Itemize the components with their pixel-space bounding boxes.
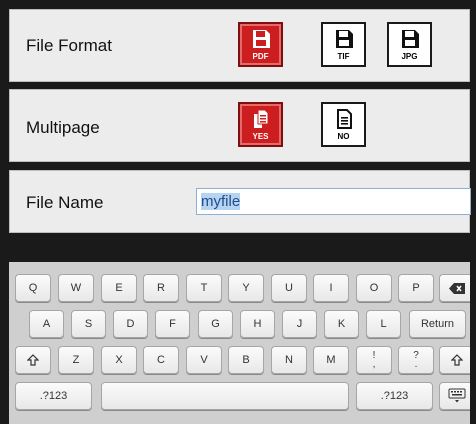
key-a[interactable]: A: [29, 310, 64, 338]
key-y[interactable]: Y: [228, 274, 264, 302]
key-l[interactable]: L: [366, 310, 401, 338]
format-jpg-caption: JPG: [401, 52, 418, 61]
file-format-row: File Format PDF TIF JPG: [9, 9, 470, 82]
hide-keyboard-key[interactable]: [439, 382, 470, 410]
on-screen-keyboard: Q W E R T Y U I O P A S D F G H J K L Re…: [9, 262, 470, 424]
format-pdf-button[interactable]: PDF: [238, 22, 283, 67]
format-tif-caption: TIF: [337, 52, 350, 61]
key-j[interactable]: J: [282, 310, 317, 338]
key-b[interactable]: B: [228, 346, 264, 374]
key-s[interactable]: S: [71, 310, 106, 338]
key-i[interactable]: I: [313, 274, 349, 302]
key-r[interactable]: R: [143, 274, 179, 302]
key-period-bottom: .: [414, 359, 418, 370]
key-exclaim-comma[interactable]: ! ,: [356, 346, 392, 374]
format-jpg-button[interactable]: JPG: [387, 22, 432, 67]
key-f[interactable]: F: [155, 310, 190, 338]
key-g[interactable]: G: [198, 310, 233, 338]
multipage-yes-button[interactable]: YES: [238, 102, 283, 147]
multipage-no-caption: NO: [337, 132, 350, 141]
key-p[interactable]: P: [398, 274, 434, 302]
format-pdf-caption: PDF: [252, 52, 269, 61]
shift-icon: [27, 354, 39, 366]
file-name-row: File Name myfile: [9, 170, 471, 233]
file-name-label: File Name: [26, 193, 104, 212]
shift-key-left[interactable]: [15, 346, 51, 374]
key-z[interactable]: Z: [58, 346, 94, 374]
key-x[interactable]: X: [101, 346, 137, 374]
floppy-disk-icon: [335, 30, 353, 48]
numbers-key-left[interactable]: .?123: [15, 382, 92, 410]
backspace-key[interactable]: [439, 274, 470, 302]
floppy-disk-icon: [252, 30, 270, 48]
multi-document-icon: [253, 109, 268, 128]
space-bar[interactable]: [101, 382, 349, 410]
keyboard-hide-icon: [448, 388, 466, 403]
multipage-row: Multipage YES NO: [9, 89, 470, 162]
key-c[interactable]: C: [143, 346, 179, 374]
key-h[interactable]: H: [240, 310, 275, 338]
key-question-period[interactable]: ? .: [398, 346, 434, 374]
key-d[interactable]: D: [113, 310, 148, 338]
file-name-input[interactable]: myfile: [196, 188, 471, 215]
multipage-yes-caption: YES: [252, 132, 269, 141]
single-document-icon: [336, 109, 352, 129]
key-t[interactable]: T: [186, 274, 222, 302]
shift-key-right[interactable]: [439, 346, 470, 374]
key-q[interactable]: Q: [15, 274, 51, 302]
multipage-no-button[interactable]: NO: [321, 102, 366, 147]
file-name-value: myfile: [201, 193, 241, 210]
key-e[interactable]: E: [101, 274, 137, 302]
key-n[interactable]: N: [271, 346, 307, 374]
file-format-label: File Format: [26, 36, 112, 55]
format-tif-button[interactable]: TIF: [321, 22, 366, 67]
key-o[interactable]: O: [356, 274, 392, 302]
key-w[interactable]: W: [58, 274, 94, 302]
key-u[interactable]: U: [271, 274, 307, 302]
floppy-disk-icon: [401, 30, 419, 48]
key-m[interactable]: M: [313, 346, 349, 374]
return-key[interactable]: Return: [409, 310, 466, 338]
shift-icon: [451, 354, 463, 366]
key-comma-bottom: ,: [372, 359, 376, 370]
key-k[interactable]: K: [324, 310, 359, 338]
numbers-key-right[interactable]: .?123: [356, 382, 433, 410]
backspace-icon: [449, 282, 465, 294]
multipage-label: Multipage: [26, 118, 100, 137]
key-v[interactable]: V: [186, 346, 222, 374]
